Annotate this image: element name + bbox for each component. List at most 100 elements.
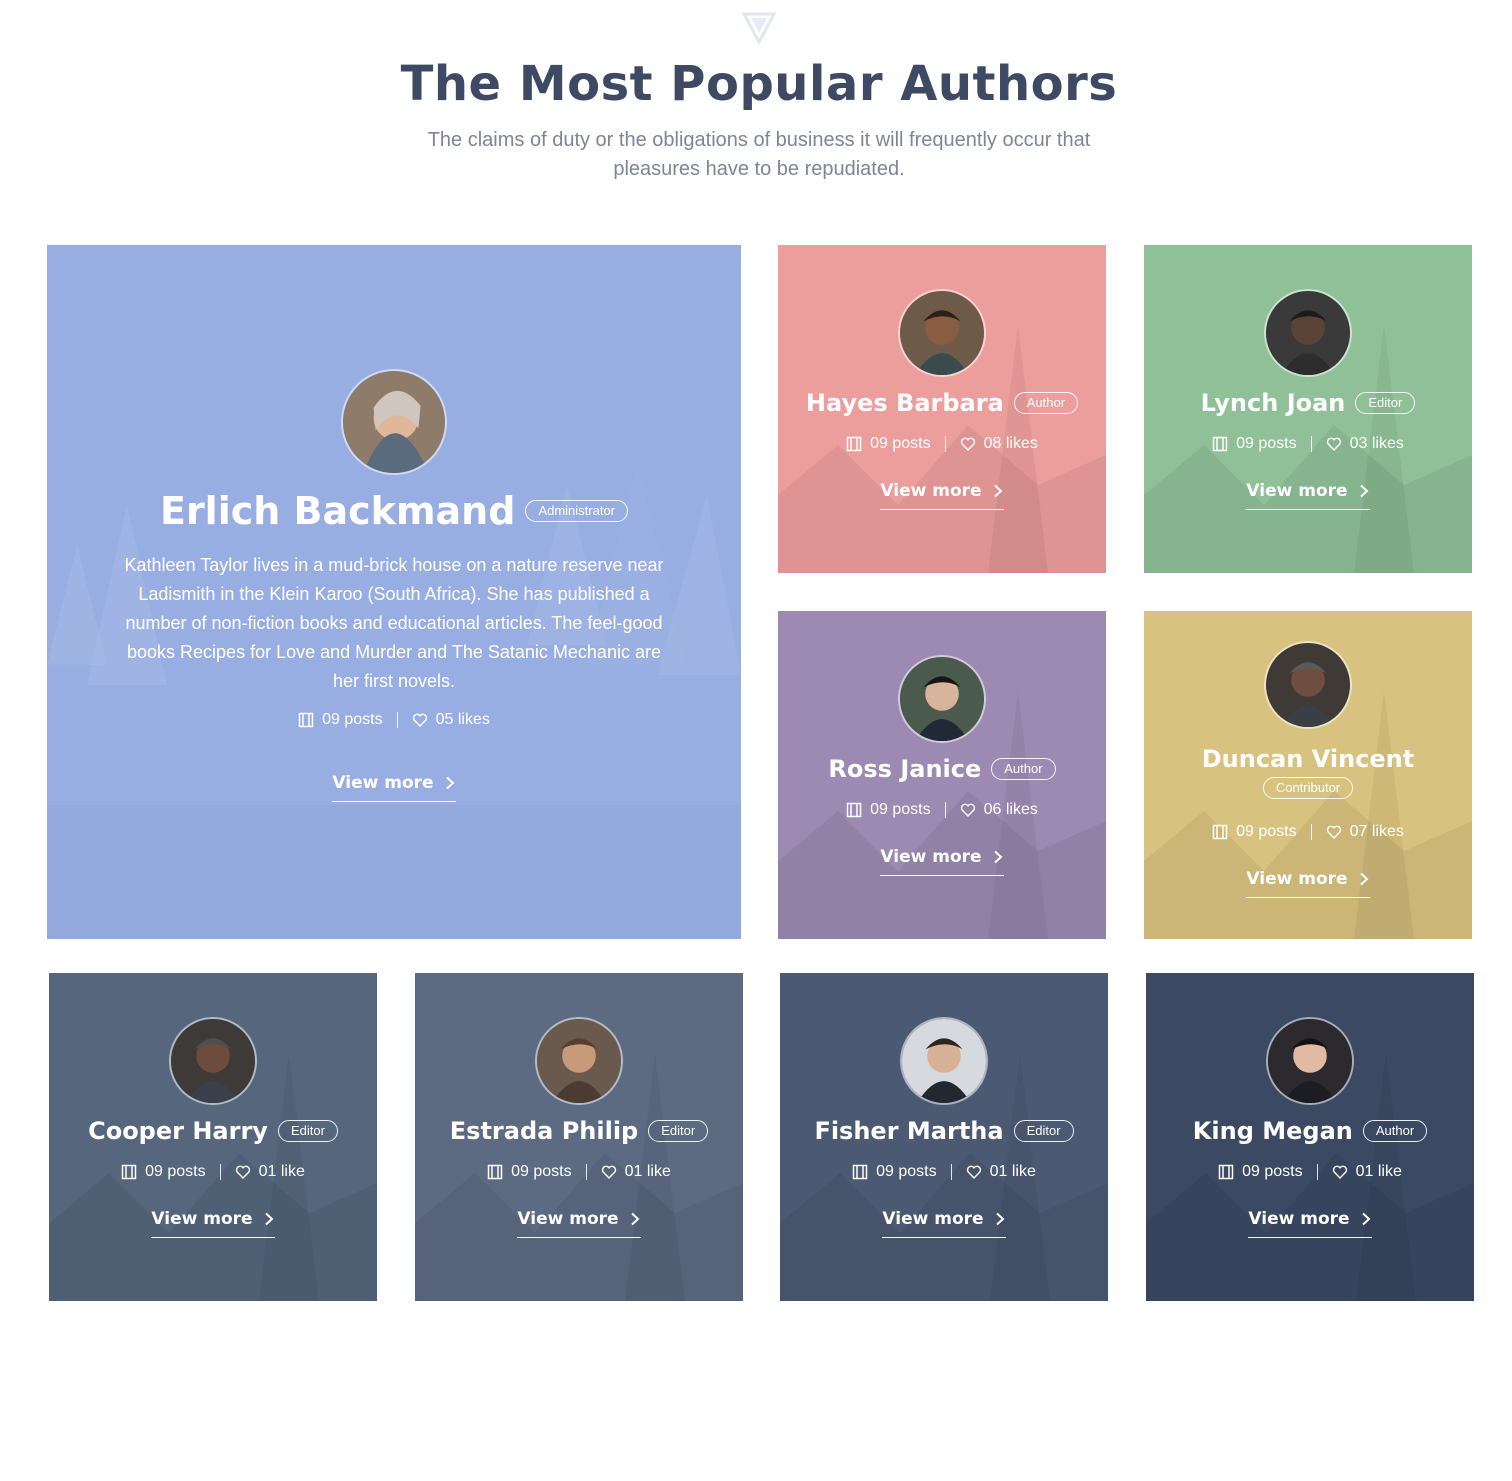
view-more-link[interactable]: View more bbox=[880, 481, 1004, 510]
view-more-link[interactable]: View more bbox=[1248, 1209, 1372, 1238]
author-stats: 09 posts 01 like bbox=[1218, 1163, 1402, 1181]
view-more-link[interactable]: View more bbox=[151, 1209, 275, 1238]
film-icon bbox=[298, 712, 314, 728]
posts-count: 09 posts bbox=[511, 1163, 572, 1180]
posts-count: 09 posts bbox=[322, 711, 383, 728]
stat-divider bbox=[1310, 436, 1312, 452]
film-icon bbox=[846, 436, 862, 452]
view-more-link[interactable]: View more bbox=[1246, 481, 1370, 510]
author-avatar[interactable] bbox=[898, 289, 986, 377]
role-badge: Contributor bbox=[1262, 777, 1354, 799]
view-more-label: View more bbox=[1246, 481, 1348, 501]
posts-stat: 09 posts bbox=[487, 1163, 572, 1181]
author-name[interactable]: Estrada Philip bbox=[450, 1117, 638, 1145]
stat-divider bbox=[219, 1164, 221, 1180]
author-card: Fisher Martha Editor 09 posts 01 like Vi… bbox=[780, 973, 1108, 1301]
view-more-label: View more bbox=[882, 1209, 984, 1229]
likes-count: 01 like bbox=[1355, 1163, 1402, 1180]
stat-divider bbox=[1316, 1164, 1318, 1180]
stat-divider bbox=[1310, 824, 1312, 840]
likes-count: 03 likes bbox=[1349, 435, 1404, 452]
posts-stat: 09 posts bbox=[846, 435, 931, 453]
role-badge: Editor bbox=[277, 1120, 338, 1142]
film-icon bbox=[846, 802, 862, 818]
heart-icon bbox=[966, 1165, 981, 1180]
posts-count: 09 posts bbox=[870, 435, 931, 452]
author-name[interactable]: King Megan bbox=[1193, 1117, 1353, 1145]
likes-stat: 01 like bbox=[235, 1163, 305, 1181]
film-icon bbox=[1212, 824, 1228, 840]
author-name[interactable]: Duncan Vincent bbox=[1202, 745, 1414, 773]
likes-stat: 01 like bbox=[601, 1163, 671, 1181]
heart-icon bbox=[601, 1165, 616, 1180]
author-avatar[interactable] bbox=[341, 369, 447, 475]
view-more-link[interactable]: View more bbox=[1246, 869, 1370, 898]
stat-divider bbox=[396, 712, 398, 728]
view-more-link[interactable]: View more bbox=[880, 847, 1004, 876]
view-more-link[interactable]: View more bbox=[882, 1209, 1006, 1238]
likes-count: 08 likes bbox=[983, 435, 1038, 452]
stat-divider bbox=[944, 436, 946, 452]
chevron-right-icon bbox=[1361, 1212, 1371, 1226]
view-more-link[interactable]: View more bbox=[332, 773, 456, 802]
posts-count: 09 posts bbox=[1242, 1163, 1303, 1180]
author-card: King Megan Author 09 posts 01 like View … bbox=[1146, 973, 1474, 1301]
triangle-logo-icon bbox=[742, 12, 776, 44]
section-subtitle: The claims of duty or the obligations of… bbox=[427, 129, 1091, 180]
role-badge: Author bbox=[991, 758, 1056, 780]
posts-stat: 09 posts bbox=[121, 1163, 206, 1181]
stat-divider bbox=[950, 1164, 952, 1180]
likes-count: 01 like bbox=[258, 1163, 305, 1180]
author-avatar[interactable] bbox=[1264, 641, 1352, 729]
heart-icon bbox=[1332, 1165, 1347, 1180]
posts-count: 09 posts bbox=[1236, 435, 1297, 452]
author-name[interactable]: Erlich Backmand bbox=[160, 489, 515, 533]
author-stats: 09 posts 07 likes bbox=[1212, 823, 1404, 841]
view-more-link[interactable]: View more bbox=[517, 1209, 641, 1238]
chevron-right-icon bbox=[993, 484, 1003, 498]
film-icon bbox=[487, 1164, 503, 1180]
view-more-label: View more bbox=[151, 1209, 253, 1229]
role-badge: Editor bbox=[648, 1120, 709, 1142]
section-title: The Most Popular Authors bbox=[400, 56, 1118, 112]
view-more-label: View more bbox=[880, 847, 982, 867]
author-stats: 09 posts 01 like bbox=[487, 1163, 671, 1181]
likes-stat: 06 likes bbox=[960, 801, 1038, 819]
heart-icon bbox=[960, 437, 975, 452]
heart-icon bbox=[1326, 825, 1341, 840]
chevron-right-icon bbox=[630, 1212, 640, 1226]
author-name[interactable]: Fisher Martha bbox=[814, 1117, 1003, 1145]
author-avatar[interactable] bbox=[169, 1017, 257, 1105]
author-avatar[interactable] bbox=[1266, 1017, 1354, 1105]
likes-count: 07 likes bbox=[1349, 823, 1404, 840]
posts-stat: 09 posts bbox=[298, 711, 383, 729]
author-stats: 09 posts 01 like bbox=[121, 1163, 305, 1181]
author-avatar[interactable] bbox=[1264, 289, 1352, 377]
chevron-right-icon bbox=[1359, 484, 1369, 498]
author-card: Duncan Vincent Contributor 09 posts 07 l… bbox=[1144, 611, 1472, 939]
posts-stat: 09 posts bbox=[1218, 1163, 1303, 1181]
author-name[interactable]: Lynch Joan bbox=[1201, 389, 1346, 417]
author-stats: 09 posts 06 likes bbox=[846, 801, 1038, 819]
author-name[interactable]: Hayes Barbara bbox=[806, 389, 1004, 417]
role-badge: Editor bbox=[1013, 1120, 1074, 1142]
posts-stat: 09 posts bbox=[852, 1163, 937, 1181]
author-avatar[interactable] bbox=[900, 1017, 988, 1105]
likes-stat: 03 likes bbox=[1326, 435, 1404, 453]
author-name[interactable]: Cooper Harry bbox=[88, 1117, 268, 1145]
likes-stat: 07 likes bbox=[1326, 823, 1404, 841]
author-avatar[interactable] bbox=[898, 655, 986, 743]
view-more-label: View more bbox=[1246, 869, 1348, 889]
posts-count: 09 posts bbox=[870, 801, 931, 818]
author-card: Estrada Philip Editor 09 posts 01 like V… bbox=[415, 973, 743, 1301]
posts-count: 09 posts bbox=[1236, 823, 1297, 840]
heart-icon bbox=[235, 1165, 250, 1180]
film-icon bbox=[1212, 436, 1228, 452]
posts-count: 09 posts bbox=[145, 1163, 206, 1180]
author-stats: 09 posts 03 likes bbox=[1212, 435, 1404, 453]
author-avatar[interactable] bbox=[535, 1017, 623, 1105]
stat-divider bbox=[585, 1164, 587, 1180]
author-name[interactable]: Ross Janice bbox=[828, 755, 981, 783]
heart-icon bbox=[960, 803, 975, 818]
chevron-right-icon bbox=[1359, 872, 1369, 886]
